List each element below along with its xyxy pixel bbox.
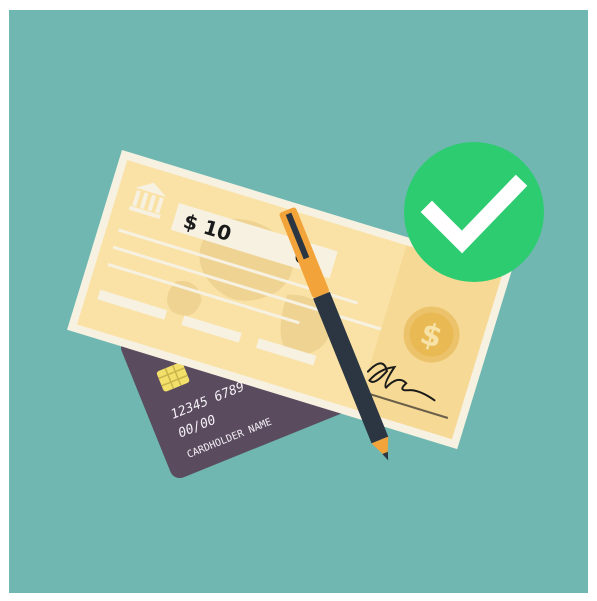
- checkmark-badge: [404, 142, 544, 282]
- cheque-payment-illustration: CI 12345 6789 000 00/00 CARDHOLDER NAME: [9, 10, 588, 593]
